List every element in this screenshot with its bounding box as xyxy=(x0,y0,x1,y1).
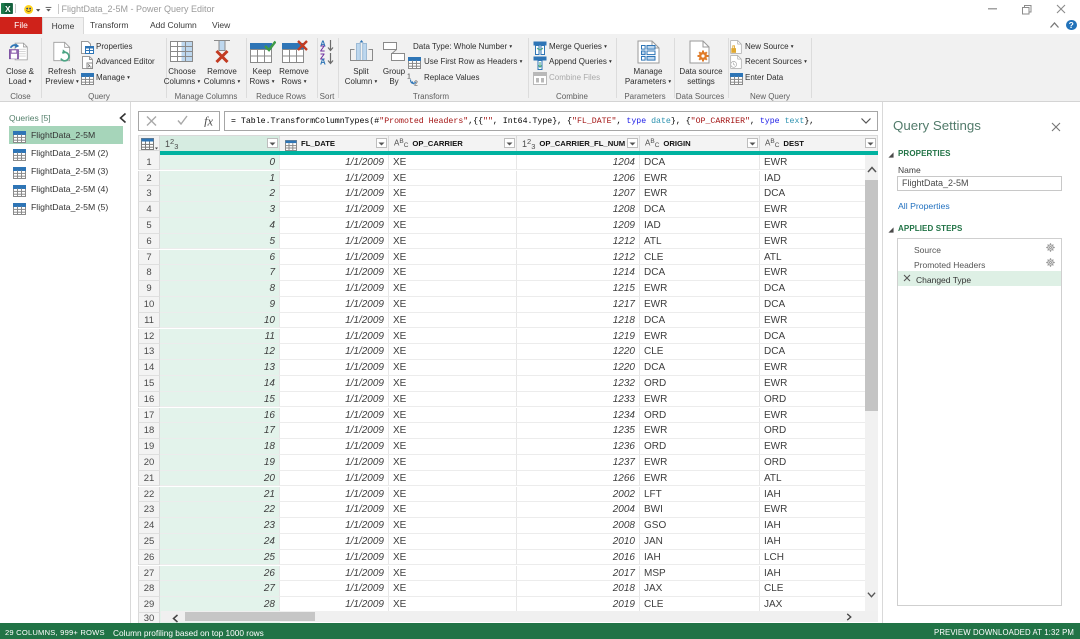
svg-text:fx: fx xyxy=(204,115,213,127)
svg-text:X: X xyxy=(5,4,11,14)
svg-text:1: 1 xyxy=(407,74,411,81)
svg-text:A: A xyxy=(320,58,326,66)
